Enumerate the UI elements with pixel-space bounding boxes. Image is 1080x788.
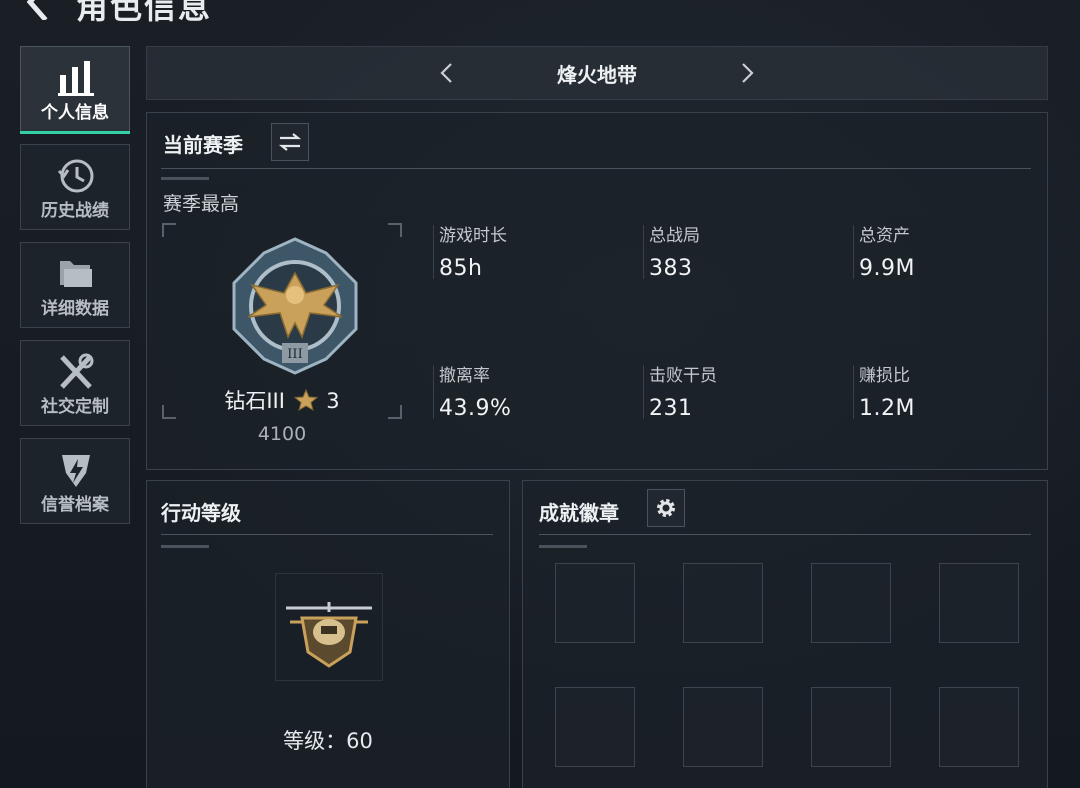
rank-stars: 3 (326, 389, 340, 413)
stat-value: 43.9% (439, 396, 512, 421)
sidebar: 个人信息 历史战绩 详细数据 社交定制 信誉档案 (20, 46, 130, 536)
switch-season-button[interactable] (271, 123, 309, 161)
history-clock-icon (57, 159, 94, 193)
rank-line: 钻石III 3 (147, 385, 417, 415)
sidebar-item-label: 社交定制 (41, 397, 109, 417)
divider-mark (161, 177, 209, 180)
badge-slot[interactable] (555, 687, 635, 767)
stat-extraction-rate: 撤离率 43.9% (433, 361, 629, 421)
level-emblem-frame (275, 573, 383, 681)
helicopter-emblem-icon (286, 602, 372, 668)
folder-icon (60, 261, 92, 287)
stat-label: 总战局 (649, 226, 700, 246)
star-icon (293, 389, 318, 411)
stat-total-matches: 总战局 383 (643, 221, 839, 281)
stat-value: 9.9M (859, 256, 915, 281)
badge-slot[interactable] (811, 563, 891, 643)
frame-corner (162, 223, 176, 237)
action-level-title: 行动等级 (161, 501, 241, 525)
sidebar-item-detailed-data[interactable]: 详细数据 (20, 242, 130, 328)
stat-label: 游戏时长 (439, 226, 507, 246)
season-title: 当前赛季 (163, 133, 243, 157)
rank-name: 钻石III (224, 389, 285, 413)
bar-chart-icon (58, 61, 94, 96)
badge-slot[interactable] (683, 687, 763, 767)
stat-value: 1.2M (859, 396, 915, 421)
rank-score: 4100 (257, 423, 307, 445)
frame-corner (388, 223, 402, 237)
back-arrow-icon[interactable] (20, 0, 56, 20)
sidebar-item-label: 个人信息 (41, 103, 109, 123)
divider-mark (161, 545, 209, 548)
achievements-title: 成就徽章 (539, 501, 619, 525)
badge-slot[interactable] (939, 563, 1019, 643)
sidebar-item-credit-record[interactable]: 信誉档案 (20, 438, 130, 524)
stat-play-time: 游戏时长 85h (433, 221, 629, 281)
action-level-panel: 行动等级 等级：60 (146, 480, 510, 788)
svg-text:III: III (287, 347, 302, 362)
sidebar-item-label: 历史战绩 (41, 201, 109, 221)
stat-label: 撤离率 (439, 366, 490, 386)
stat-value: 383 (649, 256, 693, 281)
map-name: 烽火地带 (557, 63, 637, 87)
shield-badge-icon (62, 455, 90, 487)
achievement-badges-panel: 成就徽章 (522, 480, 1048, 788)
season-best-label: 赛季最高 (163, 193, 240, 215)
tools-icon (60, 353, 94, 389)
gear-icon (657, 499, 675, 517)
rank-diamond-emblem: III (232, 237, 358, 375)
stat-total-assets: 总资产 9.9M (853, 221, 1049, 281)
swap-icon (278, 133, 302, 151)
divider (539, 534, 1031, 535)
sidebar-item-personal-info[interactable]: 个人信息 (20, 46, 130, 134)
sidebar-item-label: 信誉档案 (41, 495, 109, 515)
badge-settings-button[interactable] (647, 489, 685, 527)
chevron-right-icon[interactable] (735, 61, 759, 85)
divider (161, 168, 1031, 169)
badge-slot[interactable] (683, 563, 763, 643)
badge-slot[interactable] (811, 687, 891, 767)
badge-slot[interactable] (555, 563, 635, 643)
stat-value: 85h (439, 256, 483, 281)
divider (161, 534, 493, 535)
stat-label: 总资产 (859, 226, 910, 246)
action-level-value: 等级：60 (283, 729, 373, 753)
sidebar-item-history[interactable]: 历史战绩 (20, 144, 130, 230)
sidebar-item-social-custom[interactable]: 社交定制 (20, 340, 130, 426)
divider-mark (539, 545, 587, 548)
stat-profit-loss-ratio: 赚损比 1.2M (853, 361, 1049, 421)
stat-label: 赚损比 (859, 366, 910, 386)
page-title: 角色信息 (76, 0, 213, 26)
page-header: 角色信息 (0, 0, 400, 30)
map-selector: 烽火地带 (146, 46, 1048, 100)
season-panel: 当前赛季 赛季最高 III 钻石III 3 4100 游戏时长 85h 总战局 … (146, 112, 1048, 470)
stat-label: 击败干员 (649, 366, 717, 386)
badge-slot[interactable] (939, 687, 1019, 767)
stat-operators-defeated: 击败干员 231 (643, 361, 839, 421)
sidebar-item-label: 详细数据 (41, 299, 109, 319)
stat-value: 231 (649, 396, 693, 421)
